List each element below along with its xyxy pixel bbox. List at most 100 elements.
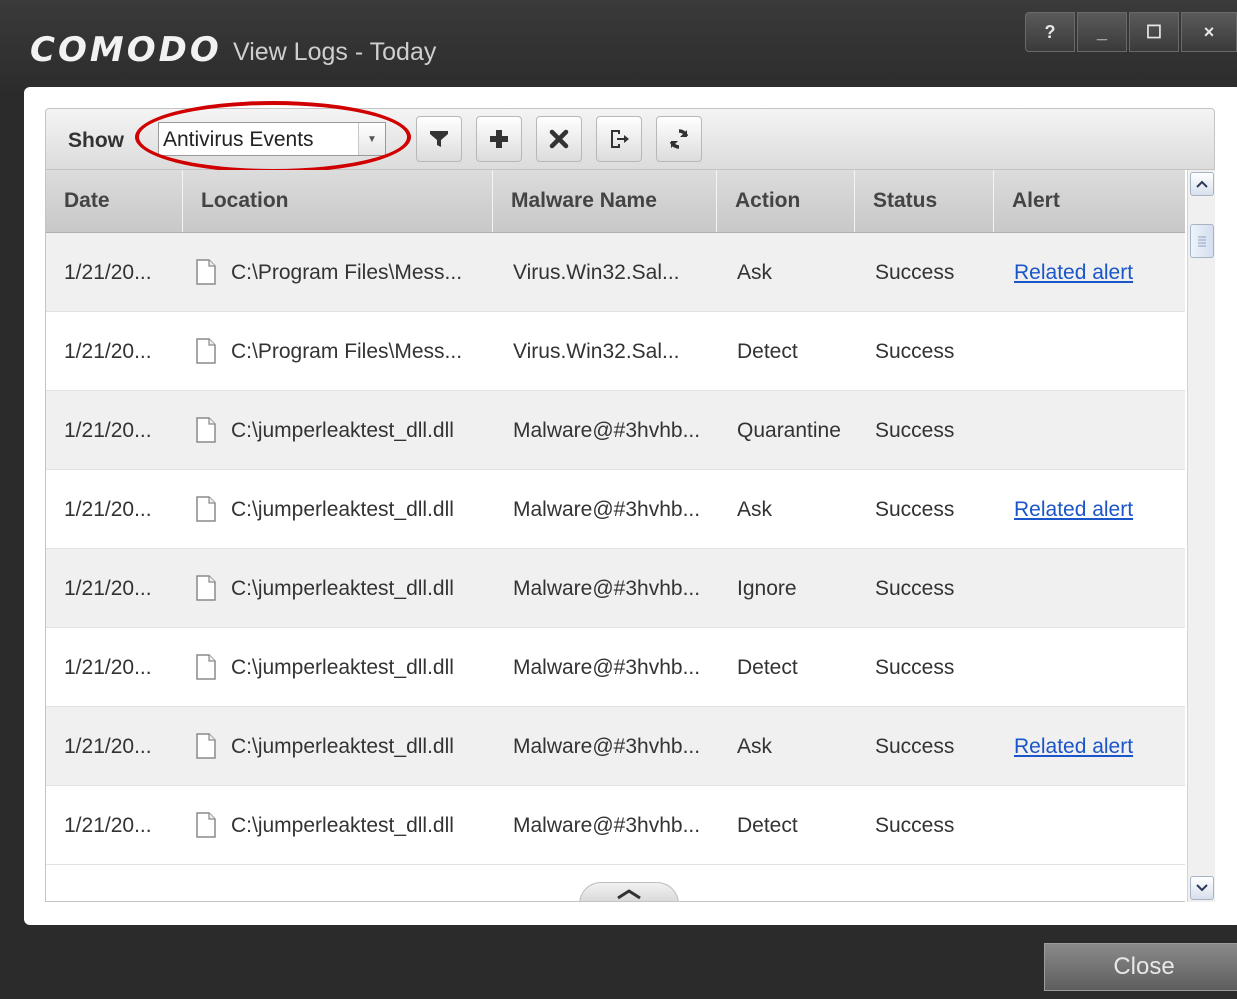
file-icon: [196, 575, 216, 601]
filter-button[interactable]: [416, 116, 462, 162]
scroll-up-arrow-icon: [1196, 180, 1208, 188]
collapse-panel-button[interactable]: [579, 882, 679, 901]
related-alert-link[interactable]: Related alert: [1014, 470, 1133, 549]
status-cell: Success: [875, 419, 955, 442]
file-icon: [196, 259, 216, 285]
malware-name-cell: Malware@#3hvhb...: [513, 735, 701, 758]
action-cell: Detect: [737, 340, 798, 363]
help-button[interactable]: ?: [1025, 12, 1075, 52]
action-cell: Ask: [737, 498, 773, 521]
delete-button[interactable]: [536, 116, 582, 162]
vertical-scrollbar[interactable]: [1187, 170, 1215, 902]
location-cell: C:\Program Files\Mess...: [231, 261, 463, 284]
minimize-button[interactable]: _: [1077, 12, 1127, 52]
date-cell: 1/21/20...: [64, 261, 152, 284]
date-cell: 1/21/20...: [64, 419, 152, 442]
refresh-icon: [669, 129, 689, 149]
action-cell: Ask: [737, 261, 773, 284]
log-type-select[interactable]: Antivirus Events ▼: [158, 122, 386, 156]
window-title: View Logs - Today: [233, 38, 437, 66]
close-button[interactable]: Close: [1044, 943, 1237, 991]
table-row[interactable]: 1/21/20... C:\jumperleaktest_dll.dll Malwa…: [46, 470, 1185, 549]
status-cell: Success: [875, 498, 955, 521]
action-cell: Ask: [737, 735, 773, 758]
file-icon: [196, 496, 216, 522]
column-header-alert[interactable]: Alert: [994, 170, 1185, 232]
file-icon: [196, 812, 216, 838]
file-icon: [196, 654, 216, 680]
location-cell: C:\jumperleaktest_dll.dll: [231, 735, 454, 758]
refresh-button[interactable]: [656, 116, 702, 162]
title-bar[interactable]: COMODO View Logs - Today ? _ ☐ ×: [0, 0, 1237, 92]
location-cell: C:\jumperleaktest_dll.dll: [231, 814, 454, 837]
malware-name-cell: Malware@#3hvhb...: [513, 577, 701, 600]
related-alert-link[interactable]: Related alert: [1014, 707, 1133, 786]
logs-table: Date Location Malware Name Action Status…: [45, 170, 1185, 902]
status-cell: Success: [875, 735, 955, 758]
action-cell: Detect: [737, 656, 798, 679]
window-controls: ? _ ☐ ×: [1023, 12, 1237, 52]
scroll-up-button[interactable]: [1190, 172, 1214, 196]
file-icon: [196, 338, 216, 364]
column-header-malware-name[interactable]: Malware Name: [493, 170, 717, 232]
comodo-view-logs-window: COMODO View Logs - Today ? _ ☐ × Show An…: [0, 0, 1237, 999]
table-row[interactable]: 1/21/20... C:\jumperleaktest_dll.dll Malwa…: [46, 707, 1185, 786]
location-cell: C:\jumperleaktest_dll.dll: [231, 419, 454, 442]
date-cell: 1/21/20...: [64, 814, 152, 837]
status-cell: Success: [875, 577, 955, 600]
comodo-logo: COMODO: [30, 30, 222, 70]
table-header: Date Location Malware Name Action Status…: [46, 170, 1185, 233]
status-cell: Success: [875, 340, 955, 363]
file-icon: [196, 733, 216, 759]
table-row[interactable]: 1/21/20... C:\jumperleaktest_dll.dll Malwa…: [46, 786, 1185, 865]
date-cell: 1/21/20...: [64, 340, 152, 363]
table-row[interactable]: 1/21/20... C:\jumperleaktest_dll.dll Malwa…: [46, 549, 1185, 628]
table-row[interactable]: 1/21/20... C:\jumperleaktest_dll.dll Malwa…: [46, 628, 1185, 707]
malware-name-cell: Malware@#3hvhb...: [513, 656, 701, 679]
add-icon: [490, 130, 508, 148]
log-toolbar: Show Antivirus Events ▼: [45, 108, 1215, 170]
action-cell: Quarantine: [737, 419, 841, 442]
table-row[interactable]: 1/21/20... C:\jumperleaktest_dll.dll Malwa…: [46, 391, 1185, 470]
table-row[interactable]: 1/21/20... C:\Program Files\Mess... Virus.…: [46, 233, 1185, 312]
file-icon: [196, 417, 216, 443]
chevron-down-icon[interactable]: ▼: [358, 123, 385, 155]
column-header-date[interactable]: Date: [46, 170, 183, 232]
add-button[interactable]: [476, 116, 522, 162]
column-header-status[interactable]: Status: [855, 170, 994, 232]
grip-icon: [1198, 236, 1206, 247]
export-button[interactable]: [596, 116, 642, 162]
table-row[interactable]: 1/21/20... C:\Program Files\Mess... Virus.…: [46, 312, 1185, 391]
location-cell: C:\jumperleaktest_dll.dll: [231, 498, 454, 521]
show-label: Show: [68, 129, 124, 152]
scroll-down-arrow-icon: [1196, 884, 1208, 892]
date-cell: 1/21/20...: [64, 656, 152, 679]
malware-name-cell: Malware@#3hvhb...: [513, 419, 701, 442]
delete-icon: [549, 129, 569, 149]
column-header-location[interactable]: Location: [183, 170, 493, 232]
status-cell: Success: [875, 261, 955, 284]
filter-icon: [430, 131, 448, 147]
date-cell: 1/21/20...: [64, 735, 152, 758]
status-cell: Success: [875, 814, 955, 837]
status-cell: Success: [875, 656, 955, 679]
malware-name-cell: Malware@#3hvhb...: [513, 498, 701, 521]
date-cell: 1/21/20...: [64, 577, 152, 600]
maximize-button[interactable]: ☐: [1129, 12, 1179, 52]
scrollbar-thumb[interactable]: [1190, 224, 1214, 258]
action-cell: Detect: [737, 814, 798, 837]
malware-name-cell: Malware@#3hvhb...: [513, 814, 701, 837]
malware-name-cell: Virus.Win32.Sal...: [513, 340, 680, 363]
date-cell: 1/21/20...: [64, 498, 152, 521]
related-alert-link[interactable]: Related alert: [1014, 233, 1133, 312]
action-cell: Ignore: [737, 577, 797, 600]
malware-name-cell: Virus.Win32.Sal...: [513, 261, 680, 284]
column-header-action[interactable]: Action: [717, 170, 855, 232]
scroll-down-button[interactable]: [1190, 876, 1214, 900]
chevron-up-icon: [617, 888, 641, 899]
export-icon: [611, 130, 629, 148]
location-cell: C:\jumperleaktest_dll.dll: [231, 577, 454, 600]
log-type-select-value: Antivirus Events: [163, 128, 314, 151]
location-cell: C:\jumperleaktest_dll.dll: [231, 656, 454, 679]
close-window-button[interactable]: ×: [1181, 12, 1237, 52]
